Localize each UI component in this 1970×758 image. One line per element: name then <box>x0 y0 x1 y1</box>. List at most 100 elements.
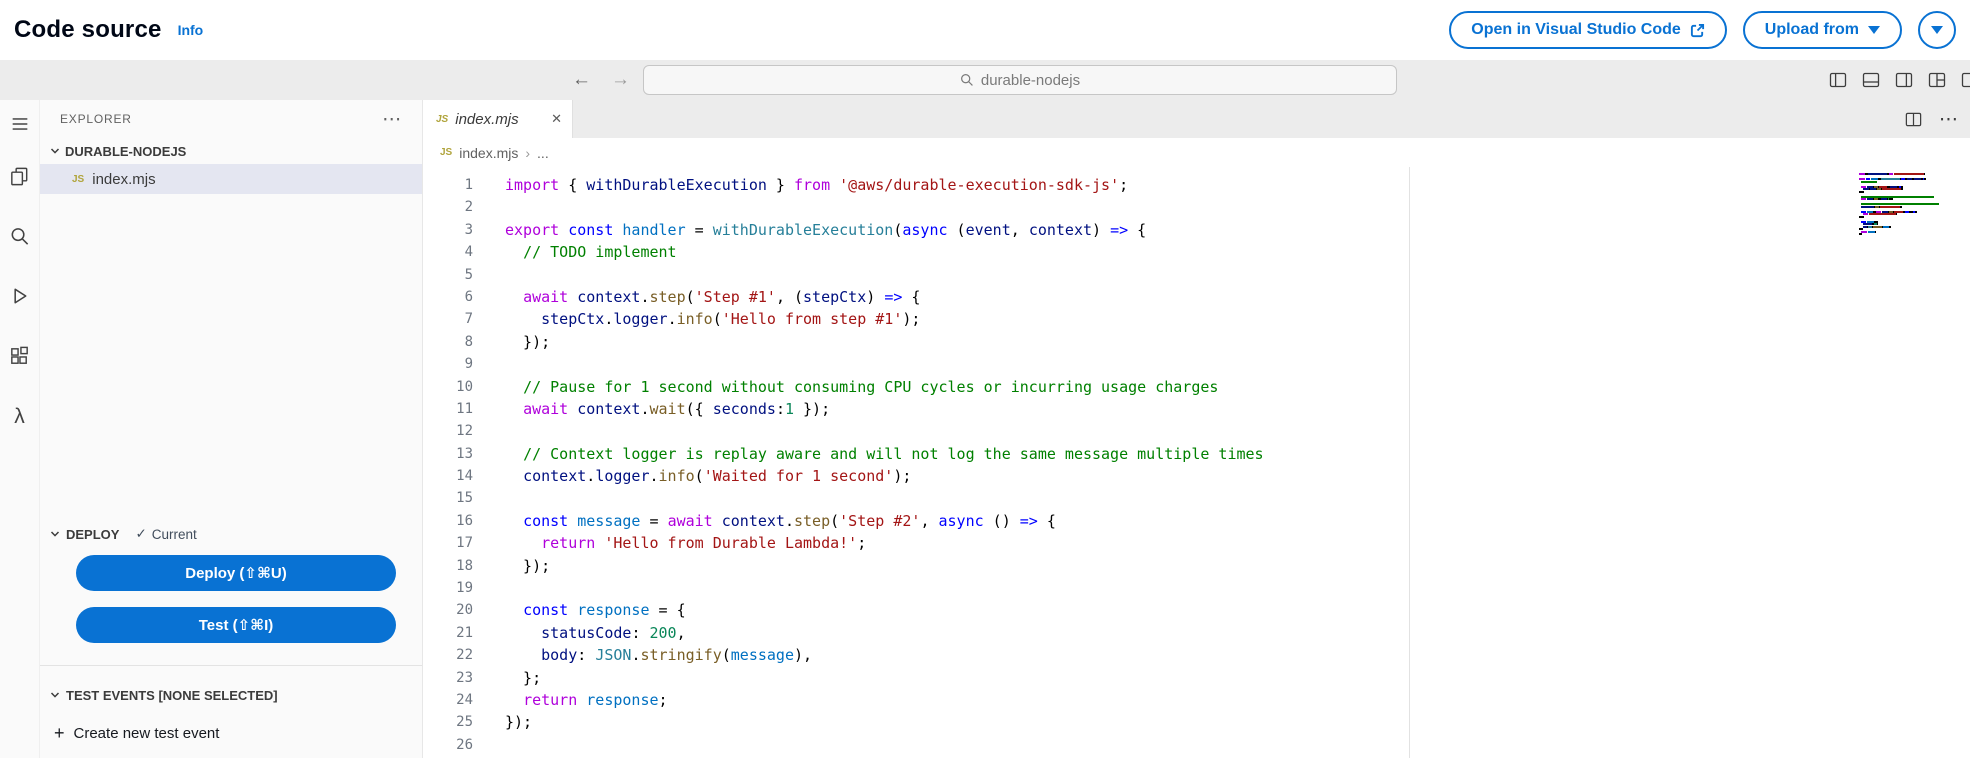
line-number: 22 <box>423 644 473 666</box>
code-line[interactable]: 24 return response; <box>423 689 1970 711</box>
code-line[interactable]: 13 // Context logger is replay aware and… <box>423 443 1970 465</box>
code-text: body: JSON.stringify(message), <box>473 644 812 666</box>
line-number: 15 <box>423 487 473 509</box>
search-icon <box>960 73 974 87</box>
test-events-section: TEST EVENTS [NONE SELECTED] + Create new… <box>40 665 422 758</box>
line-number: 24 <box>423 689 473 711</box>
editor-more-icon[interactable]: ⋯ <box>1939 110 1958 129</box>
code-line[interactable]: 26 <box>423 734 1970 756</box>
split-editor-icon[interactable] <box>1904 110 1923 129</box>
code-text <box>473 420 505 442</box>
code-line[interactable]: 25}); <box>423 711 1970 733</box>
code-area[interactable]: 1import { withDurableExecution } from '@… <box>423 167 1970 758</box>
code-line[interactable]: 21 statusCode: 200, <box>423 622 1970 644</box>
info-link[interactable]: Info <box>178 22 204 38</box>
nav-back-icon[interactable]: ← <box>572 69 591 91</box>
explorer-header: EXPLORER ⋯ <box>40 100 422 138</box>
line-number: 9 <box>423 353 473 375</box>
toggle-secondary-sidebar-icon[interactable] <box>1894 70 1914 90</box>
code-lines: 1import { withDurableExecution } from '@… <box>423 174 1970 756</box>
js-file-icon: JS <box>72 174 84 185</box>
layout-controls <box>1828 60 1970 100</box>
explorer-icon[interactable] <box>8 164 32 188</box>
code-text: context.logger.info('Waited for 1 second… <box>473 465 911 487</box>
plus-icon: + <box>54 724 65 742</box>
breadcrumb-more: ... <box>537 145 549 161</box>
code-line[interactable]: 16 const message = await context.step('S… <box>423 510 1970 532</box>
nav-forward-icon[interactable]: → <box>611 69 630 91</box>
code-line[interactable]: 19 <box>423 577 1970 599</box>
check-icon: ✓ <box>135 526 146 542</box>
command-center[interactable]: durable-nodejs <box>643 65 1397 95</box>
caret-down-icon <box>1931 26 1943 34</box>
code-line[interactable]: 17 return 'Hello from Durable Lambda!'; <box>423 532 1970 554</box>
code-line[interactable]: 9 <box>423 353 1970 375</box>
breadcrumb[interactable]: JS index.mjs › ... <box>423 138 1970 167</box>
deploy-button[interactable]: Deploy (⇧⌘U) <box>76 555 396 591</box>
clipped-edge-icon[interactable] <box>1960 70 1970 90</box>
tab-close-icon[interactable]: ✕ <box>551 111 562 127</box>
open-in-vscode-button[interactable]: Open in Visual Studio Code <box>1449 11 1727 49</box>
line-number: 18 <box>423 555 473 577</box>
deploy-section-header[interactable]: DEPLOY ✓ Current <box>40 519 422 549</box>
code-line[interactable]: 22 body: JSON.stringify(message), <box>423 644 1970 666</box>
code-line[interactable]: 6 await context.step('Step #1', (stepCtx… <box>423 286 1970 308</box>
explorer-title: EXPLORER <box>60 112 132 126</box>
file-name: index.mjs <box>92 171 155 188</box>
editor-pane: JS index.mjs ✕ ⋯ JS index.mjs › ... <box>423 100 1970 758</box>
tab-bar: JS index.mjs ✕ ⋯ <box>423 100 1970 138</box>
code-line[interactable]: 12 <box>423 420 1970 442</box>
toggle-panel-icon[interactable] <box>1861 70 1881 90</box>
line-number: 23 <box>423 667 473 689</box>
code-text: }); <box>473 555 550 577</box>
extensions-icon[interactable] <box>8 344 32 368</box>
upload-from-button[interactable]: Upload from <box>1743 11 1902 49</box>
code-line[interactable]: 23 }; <box>423 667 1970 689</box>
test-button[interactable]: Test (⇧⌘I) <box>76 607 396 643</box>
customize-layout-icon[interactable] <box>1927 70 1947 90</box>
code-line[interactable]: 20 const response = { <box>423 599 1970 621</box>
code-text: return 'Hello from Durable Lambda!'; <box>473 532 866 554</box>
code-line[interactable]: 10 // Pause for 1 second without consumi… <box>423 376 1970 398</box>
lambda-code-source-page: Code source Info Open in Visual Studio C… <box>0 0 1970 758</box>
toggle-primary-sidebar-icon[interactable] <box>1828 70 1848 90</box>
code-line[interactable]: 18 }); <box>423 555 1970 577</box>
code-text: // Pause for 1 second without consuming … <box>473 376 1218 398</box>
line-number: 16 <box>423 510 473 532</box>
lambda-test-events-icon[interactable]: λ <box>8 404 32 428</box>
tree-file-index-mjs[interactable]: JS index.mjs <box>40 164 422 194</box>
line-number: 12 <box>423 420 473 442</box>
code-text: const response = { <box>473 599 686 621</box>
folder-name: DURABLE-NODEJS <box>65 144 186 159</box>
code-line[interactable]: 14 context.logger.info('Waited for 1 sec… <box>423 465 1970 487</box>
tree-folder-durable-nodejs[interactable]: DURABLE-NODEJS <box>40 138 422 164</box>
run-debug-icon[interactable] <box>8 284 32 308</box>
code-line[interactable]: 8 }); <box>423 331 1970 353</box>
tab-actions: ⋯ <box>1904 100 1958 138</box>
code-line[interactable]: 7 stepCtx.logger.info('Hello from step #… <box>423 308 1970 330</box>
tab-index-mjs[interactable]: JS index.mjs ✕ <box>423 100 573 138</box>
explorer-more-icon[interactable]: ⋯ <box>382 110 402 129</box>
code-text <box>473 353 505 375</box>
minimap[interactable] <box>1859 173 1941 238</box>
code-line[interactable]: 1import { withDurableExecution } from '@… <box>423 174 1970 196</box>
test-events-header[interactable]: TEST EVENTS [NONE SELECTED] <box>40 680 422 710</box>
code-text: }; <box>473 667 541 689</box>
search-sidebar-icon[interactable] <box>8 224 32 248</box>
code-text: }); <box>473 331 550 353</box>
code-line[interactable]: 15 <box>423 487 1970 509</box>
deploy-status: ✓ Current <box>135 526 196 542</box>
menu-icon[interactable] <box>8 112 32 136</box>
code-line[interactable]: 11 await context.wait({ seconds:1 }); <box>423 398 1970 420</box>
line-number: 17 <box>423 532 473 554</box>
deploy-status-label: Current <box>152 527 197 542</box>
create-test-event-button[interactable]: + Create new test event <box>40 718 422 748</box>
code-line[interactable]: 5 <box>423 264 1970 286</box>
code-line[interactable]: 2 <box>423 196 1970 218</box>
test-events-label: TEST EVENTS [NONE SELECTED] <box>66 688 278 703</box>
code-line[interactable]: 3export const handler = withDurableExecu… <box>423 219 1970 241</box>
collapse-code-source-button[interactable] <box>1918 11 1956 49</box>
code-line[interactable]: 4 // TODO implement <box>423 241 1970 263</box>
page-title: Code source <box>14 16 162 44</box>
code-text <box>473 264 505 286</box>
